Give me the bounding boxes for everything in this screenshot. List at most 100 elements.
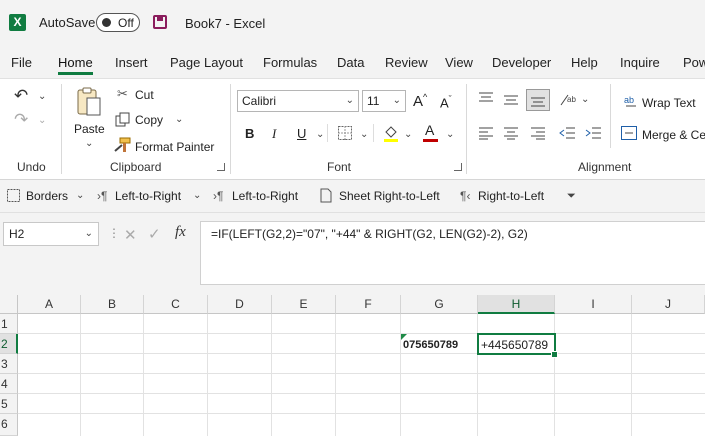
- cell-h2-selected[interactable]: +445650789: [477, 333, 556, 355]
- row-header-3[interactable]: 3: [0, 354, 18, 374]
- fill-color-dropdown-icon[interactable]: ⌄: [404, 129, 412, 140]
- column-header-f[interactable]: F: [336, 295, 401, 314]
- paste-dropdown-icon[interactable]: ⌄: [85, 138, 93, 149]
- merge-center-icon: [621, 126, 637, 140]
- align-right-icon[interactable]: [530, 126, 546, 140]
- cut-button[interactable]: Cut: [135, 88, 154, 102]
- ltr-dropdown-icon[interactable]: ⌄: [193, 190, 201, 201]
- undo-dropdown-icon[interactable]: ⌄: [38, 91, 46, 102]
- increase-indent-icon[interactable]: [584, 126, 602, 140]
- font-size-select[interactable]: 11 ⌄: [362, 90, 406, 112]
- row-header-1[interactable]: 1: [0, 314, 18, 334]
- font-name-value: Calibri: [242, 94, 277, 108]
- column-header-i[interactable]: I: [555, 295, 632, 314]
- name-box[interactable]: H2 ⌄: [3, 222, 99, 246]
- fill-handle[interactable]: [551, 351, 558, 358]
- enter-formula-icon[interactable]: ✓: [148, 225, 161, 243]
- align-middle-icon[interactable]: [503, 93, 519, 107]
- underline-dropdown-icon[interactable]: ⌄: [316, 129, 324, 140]
- row-header-5[interactable]: 5: [0, 394, 18, 414]
- wrap-text-button[interactable]: Wrap Text: [642, 96, 696, 110]
- redo-icon[interactable]: ↷: [14, 110, 28, 130]
- column-header-b[interactable]: B: [81, 295, 144, 314]
- ribbon-divider: [373, 124, 374, 142]
- shrink-font-button[interactable]: Aˇ: [440, 94, 452, 110]
- tab-review[interactable]: Review: [385, 55, 428, 70]
- cell-g2[interactable]: 075650789: [403, 339, 458, 351]
- wrap-text-icon: ab: [624, 94, 638, 108]
- tab-file[interactable]: File: [11, 55, 32, 70]
- paste-button[interactable]: Paste: [74, 122, 105, 136]
- align-bottom-button[interactable]: [526, 89, 550, 111]
- font-color-dropdown-icon[interactable]: ⌄: [446, 129, 454, 140]
- decrease-indent-icon[interactable]: [558, 126, 576, 140]
- insert-function-button[interactable]: fx: [175, 224, 186, 241]
- borders-button[interactable]: Borders: [26, 189, 68, 203]
- tab-insert[interactable]: Insert: [115, 55, 148, 70]
- font-color-glyph: A: [425, 122, 435, 138]
- merge-center-button[interactable]: Merge & Ce: [642, 128, 705, 142]
- font-launcher-icon[interactable]: [454, 163, 462, 171]
- borders-dropdown-icon[interactable]: ⌄: [76, 190, 84, 201]
- select-all-corner[interactable]: [0, 295, 18, 314]
- chevron-down-icon: ⌄: [84, 228, 93, 239]
- cut-icon: ✂: [117, 86, 128, 101]
- tab-developer[interactable]: Developer: [492, 55, 551, 70]
- bold-button[interactable]: B: [245, 126, 254, 141]
- ltr-dropdown-button[interactable]: Left-to-Right: [115, 189, 181, 203]
- tab-view[interactable]: View: [445, 55, 473, 70]
- align-top-icon[interactable]: [478, 91, 494, 105]
- chevron-down-icon: ⌄: [392, 95, 401, 106]
- orientation-dropdown-icon[interactable]: ⌄: [581, 94, 589, 105]
- tab-home[interactable]: Home: [58, 55, 93, 75]
- copy-button[interactable]: Copy: [135, 113, 163, 127]
- column-header-g[interactable]: G: [401, 295, 478, 314]
- save-icon[interactable]: [153, 15, 167, 29]
- customize-toolbar-icon[interactable]: ⏷: [567, 190, 576, 203]
- column-header-c[interactable]: C: [144, 295, 208, 314]
- more-options-icon[interactable]: ⋮: [108, 226, 120, 240]
- tab-help[interactable]: Help: [571, 55, 598, 70]
- column-header-a[interactable]: A: [18, 295, 81, 314]
- paste-icon[interactable]: [75, 86, 103, 118]
- underline-button[interactable]: U: [297, 126, 306, 141]
- clipboard-launcher-icon[interactable]: [217, 163, 225, 171]
- sheet-rtl-button[interactable]: Sheet Right-to-Left: [339, 189, 440, 203]
- row-header-6[interactable]: 6: [0, 414, 18, 436]
- font-name-select[interactable]: Calibri ⌄: [237, 90, 359, 112]
- fill-color-icon[interactable]: [383, 124, 399, 142]
- tab-power[interactable]: Pow: [683, 55, 705, 70]
- row-header-2[interactable]: 2: [0, 334, 18, 354]
- row-header-4[interactable]: 4: [0, 374, 18, 394]
- group-label-alignment: Alignment: [578, 160, 632, 174]
- formula-input[interactable]: =IF(LEFT(G2,2)="07", "+44" & RIGHT(G2, L…: [200, 221, 705, 285]
- font-color-button[interactable]: A: [425, 122, 434, 138]
- tab-page-layout[interactable]: Page Layout: [170, 55, 243, 70]
- column-header-j[interactable]: J: [632, 295, 705, 314]
- borders-icon[interactable]: [338, 126, 352, 140]
- autosave-toggle[interactable]: Off: [96, 13, 140, 32]
- align-left-icon[interactable]: [478, 126, 494, 140]
- tab-formulas[interactable]: Formulas: [263, 55, 317, 70]
- column-header-h[interactable]: H: [478, 295, 555, 314]
- italic-button[interactable]: I: [272, 126, 276, 142]
- format-painter-button[interactable]: Format Painter: [135, 140, 214, 154]
- align-center-icon[interactable]: [503, 126, 519, 140]
- font-size-value: 11: [367, 94, 380, 108]
- column-header-d[interactable]: D: [208, 295, 272, 314]
- tab-data[interactable]: Data: [337, 55, 364, 70]
- undo-icon[interactable]: ↶: [14, 86, 28, 106]
- redo-dropdown-icon[interactable]: ⌄: [38, 115, 46, 126]
- rtl-button[interactable]: Right-to-Left: [478, 189, 544, 203]
- format-painter-icon: [114, 137, 132, 153]
- borders-dropdown-icon[interactable]: ⌄: [360, 129, 368, 140]
- orientation-icon[interactable]: ab: [559, 91, 577, 107]
- copy-dropdown-icon[interactable]: ⌄: [175, 114, 183, 125]
- tab-inquire[interactable]: Inquire: [620, 55, 660, 70]
- ltr-icon: ›¶: [97, 189, 108, 203]
- ltr-button[interactable]: Left-to-Right: [232, 189, 298, 203]
- cancel-formula-icon[interactable]: ✕: [124, 226, 137, 244]
- chevron-down-icon: ⌄: [345, 95, 354, 106]
- grow-font-button[interactable]: A^: [413, 92, 427, 110]
- column-header-e[interactable]: E: [272, 295, 336, 314]
